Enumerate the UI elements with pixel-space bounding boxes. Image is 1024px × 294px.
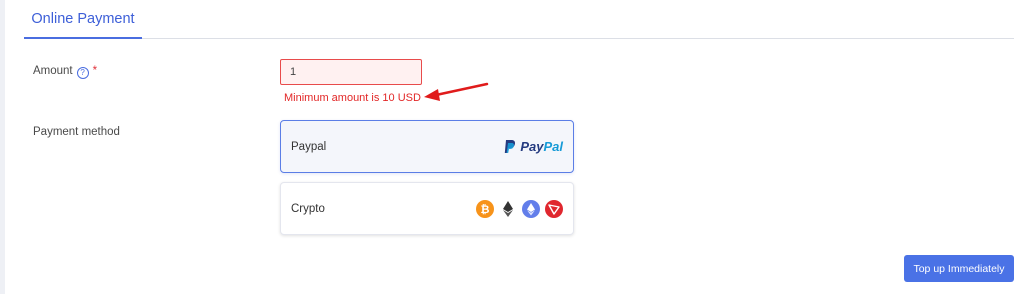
svg-text:₿: ₿ (481, 203, 490, 216)
payment-option-name: Paypal (291, 140, 327, 153)
tron-icon (545, 199, 563, 218)
payment-method-label: Payment method (33, 126, 120, 138)
bitcoin-icon: ₿ (476, 199, 494, 218)
paypal-logo-text: Pal (543, 139, 563, 154)
payment-option-name: Crypto (291, 202, 325, 215)
paypal-icon (505, 140, 516, 153)
ethereum-blue-icon (522, 199, 540, 218)
payment-option-crypto[interactable]: Crypto ₿ (280, 182, 574, 235)
crypto-icons: ₿ (476, 199, 563, 218)
top-up-button[interactable]: Top up Immediately (904, 255, 1014, 282)
payment-option-paypal[interactable]: Paypal PayPal (280, 120, 574, 173)
ethereum-icon (499, 200, 517, 218)
paypal-logo: PayPal (504, 139, 563, 154)
